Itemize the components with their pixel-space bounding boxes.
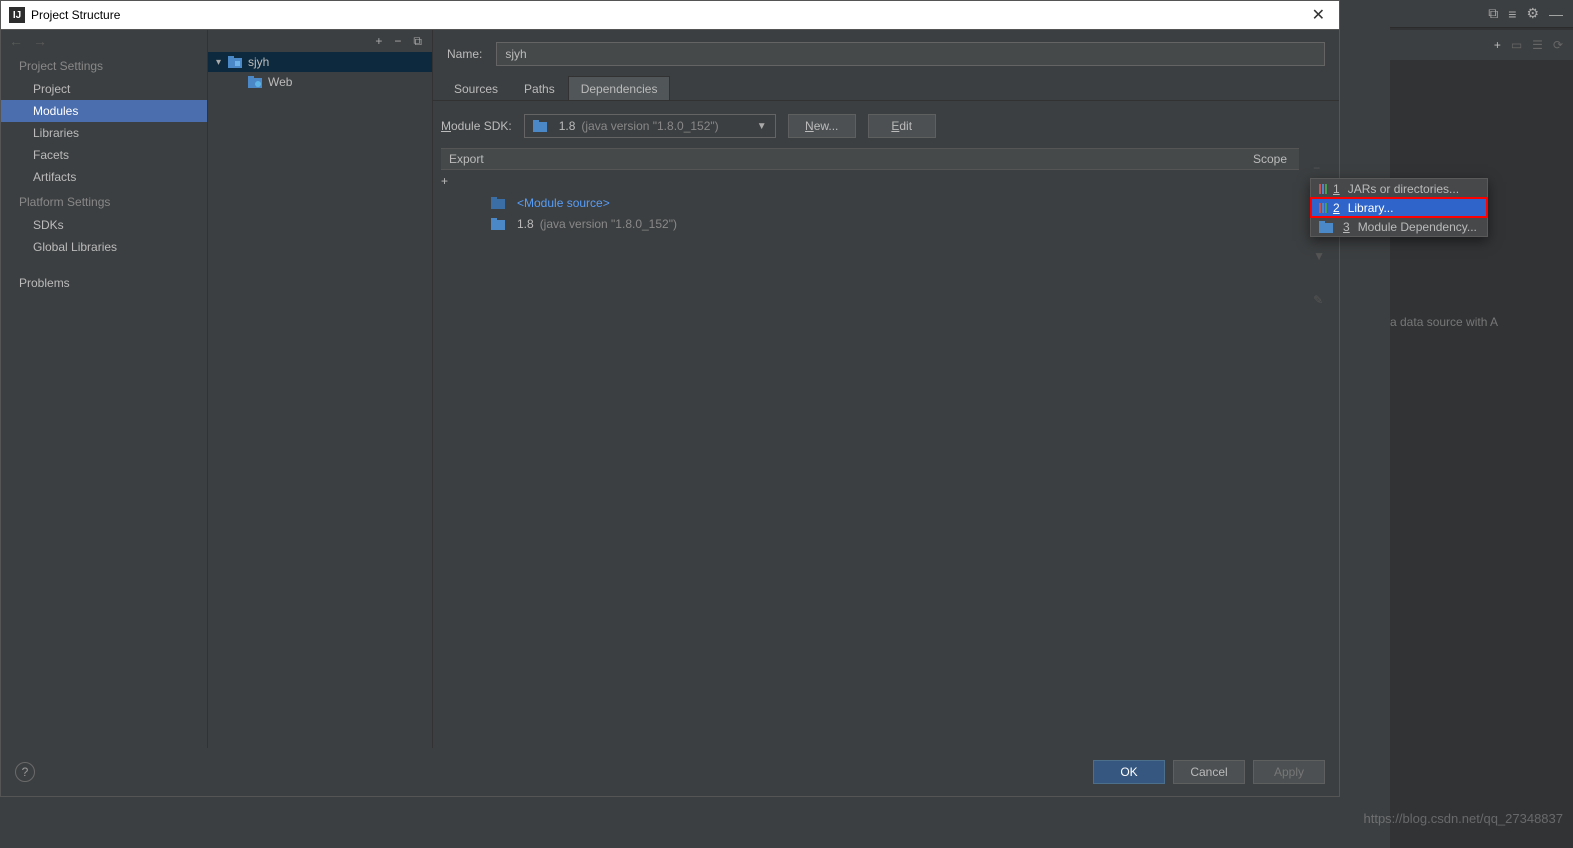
add-icon[interactable]: +	[1494, 38, 1501, 52]
source-folder-icon	[491, 197, 505, 209]
name-label: Name:	[447, 47, 482, 61]
edit-sdk-button[interactable]: Edit	[868, 114, 936, 138]
tree-node-web[interactable]: Web	[208, 72, 432, 92]
settings-sidebar: ← → Project Settings Project Modules Lib…	[1, 30, 208, 796]
popup-jars[interactable]: 1 JARs or directories...	[1311, 179, 1487, 198]
minimize-toolwindow-icon[interactable]: —	[1549, 6, 1563, 22]
chevron-down-icon: ▼	[757, 121, 767, 132]
dialog-footer: ? OK Cancel Apply	[1, 748, 1339, 796]
nav-problems[interactable]: Problems	[1, 272, 207, 294]
nav-sdks[interactable]: SDKs	[1, 214, 207, 236]
tab-dependencies[interactable]: Dependencies	[568, 76, 671, 100]
stack-icon[interactable]: ▭	[1511, 38, 1522, 52]
jdk-folder-icon	[491, 218, 505, 230]
refresh-icon[interactable]: ⟳	[1553, 38, 1563, 52]
menu-icon[interactable]: ≡	[1508, 6, 1516, 22]
nav-global-libraries[interactable]: Global Libraries	[1, 236, 207, 258]
tree-node-label: Web	[268, 75, 292, 89]
dep-jdk[interactable]: 1.8 (java version "1.8.0_152")	[441, 213, 1299, 234]
nav-back-icon: ←	[9, 33, 23, 49]
nav-project[interactable]: Project	[1, 78, 207, 100]
module-folder-icon	[1319, 221, 1331, 233]
columns-icon[interactable]: ☰	[1532, 38, 1543, 52]
chevron-down-icon[interactable]: ▾	[216, 57, 228, 68]
column-export: Export	[441, 152, 1229, 166]
add-dependency-icon[interactable]: +	[441, 170, 1299, 192]
jdk-folder-icon	[533, 120, 547, 132]
dialog-title: Project Structure	[31, 8, 1306, 22]
library-icon	[1319, 184, 1327, 194]
remove-dep-icon[interactable]: −	[1313, 161, 1325, 175]
tree-node-label: sjyh	[248, 55, 269, 69]
library-icon	[1319, 203, 1327, 213]
ide-background: ⧉ ≡ ⚙ — + ▭ ☰ ⟳ a data source with A	[1390, 0, 1573, 848]
module-name-input[interactable]	[496, 42, 1325, 66]
gear-icon[interactable]: ⚙	[1526, 5, 1539, 22]
section-project-settings: Project Settings	[1, 52, 207, 78]
nav-libraries[interactable]: Libraries	[1, 122, 207, 144]
module-folder-icon	[228, 56, 242, 68]
help-button[interactable]: ?	[15, 762, 35, 782]
dep-module-source[interactable]: <Module source>	[441, 192, 1299, 213]
apply-button[interactable]: Apply	[1253, 760, 1325, 784]
move-down-icon[interactable]: ▼	[1313, 249, 1325, 263]
add-module-icon[interactable]: +	[375, 34, 382, 48]
popup-library[interactable]: 2 Library...	[1311, 198, 1487, 217]
remove-module-icon[interactable]: −	[394, 34, 401, 48]
deps-table[interactable]: <Module source> 1.8 (java version "1.8.0…	[441, 192, 1299, 748]
nav-modules[interactable]: Modules	[1, 100, 207, 122]
intellij-icon: IJ	[9, 7, 25, 23]
module-sdk-label: Module SDK:	[441, 119, 512, 133]
new-sdk-button[interactable]: New...	[788, 114, 856, 138]
column-scope: Scope	[1229, 152, 1299, 166]
project-structure-dialog: IJ Project Structure ✕ ← → Project Setti…	[0, 0, 1340, 797]
tree-node-root[interactable]: ▾ sjyh	[208, 52, 432, 72]
ok-button[interactable]: OK	[1093, 760, 1165, 784]
dialog-titlebar: IJ Project Structure ✕	[1, 1, 1339, 30]
watermark-text: https://blog.csdn.net/qq_27348837	[1364, 811, 1564, 826]
projector-icon[interactable]: ⧉	[1488, 5, 1498, 22]
copy-module-icon[interactable]: ⧉	[413, 34, 422, 49]
nav-facets[interactable]: Facets	[1, 144, 207, 166]
module-editor: Name: Sources Paths Dependencies Module …	[433, 30, 1339, 796]
add-dependency-popup: 1 JARs or directories... 2 Library... 3 …	[1310, 178, 1488, 237]
ide-top-toolbar: ⧉ ≡ ⚙ —	[1390, 0, 1573, 28]
web-folder-icon	[248, 76, 262, 88]
cancel-button[interactable]: Cancel	[1173, 760, 1245, 784]
close-icon[interactable]: ✕	[1306, 5, 1331, 25]
popup-module-dep[interactable]: 3 Module Dependency...	[1311, 217, 1487, 236]
nav-artifacts[interactable]: Artifacts	[1, 166, 207, 188]
section-platform-settings: Platform Settings	[1, 188, 207, 214]
ide-sub-toolbar: + ▭ ☰ ⟳	[1390, 30, 1573, 60]
tab-sources[interactable]: Sources	[441, 76, 511, 100]
edit-dep-icon[interactable]: ✎	[1313, 293, 1325, 307]
module-tabs: Sources Paths Dependencies	[433, 76, 1339, 101]
tab-paths[interactable]: Paths	[511, 76, 568, 100]
deps-table-header: Export Scope	[441, 148, 1299, 170]
module-tree-panel: + − ⧉ ▾ sjyh Web	[208, 30, 433, 796]
empty-hint-text: a data source with A	[1390, 315, 1573, 329]
module-sdk-combo[interactable]: 1.8 (java version "1.8.0_152") ▼	[524, 114, 776, 138]
nav-forward-icon: →	[33, 33, 47, 49]
